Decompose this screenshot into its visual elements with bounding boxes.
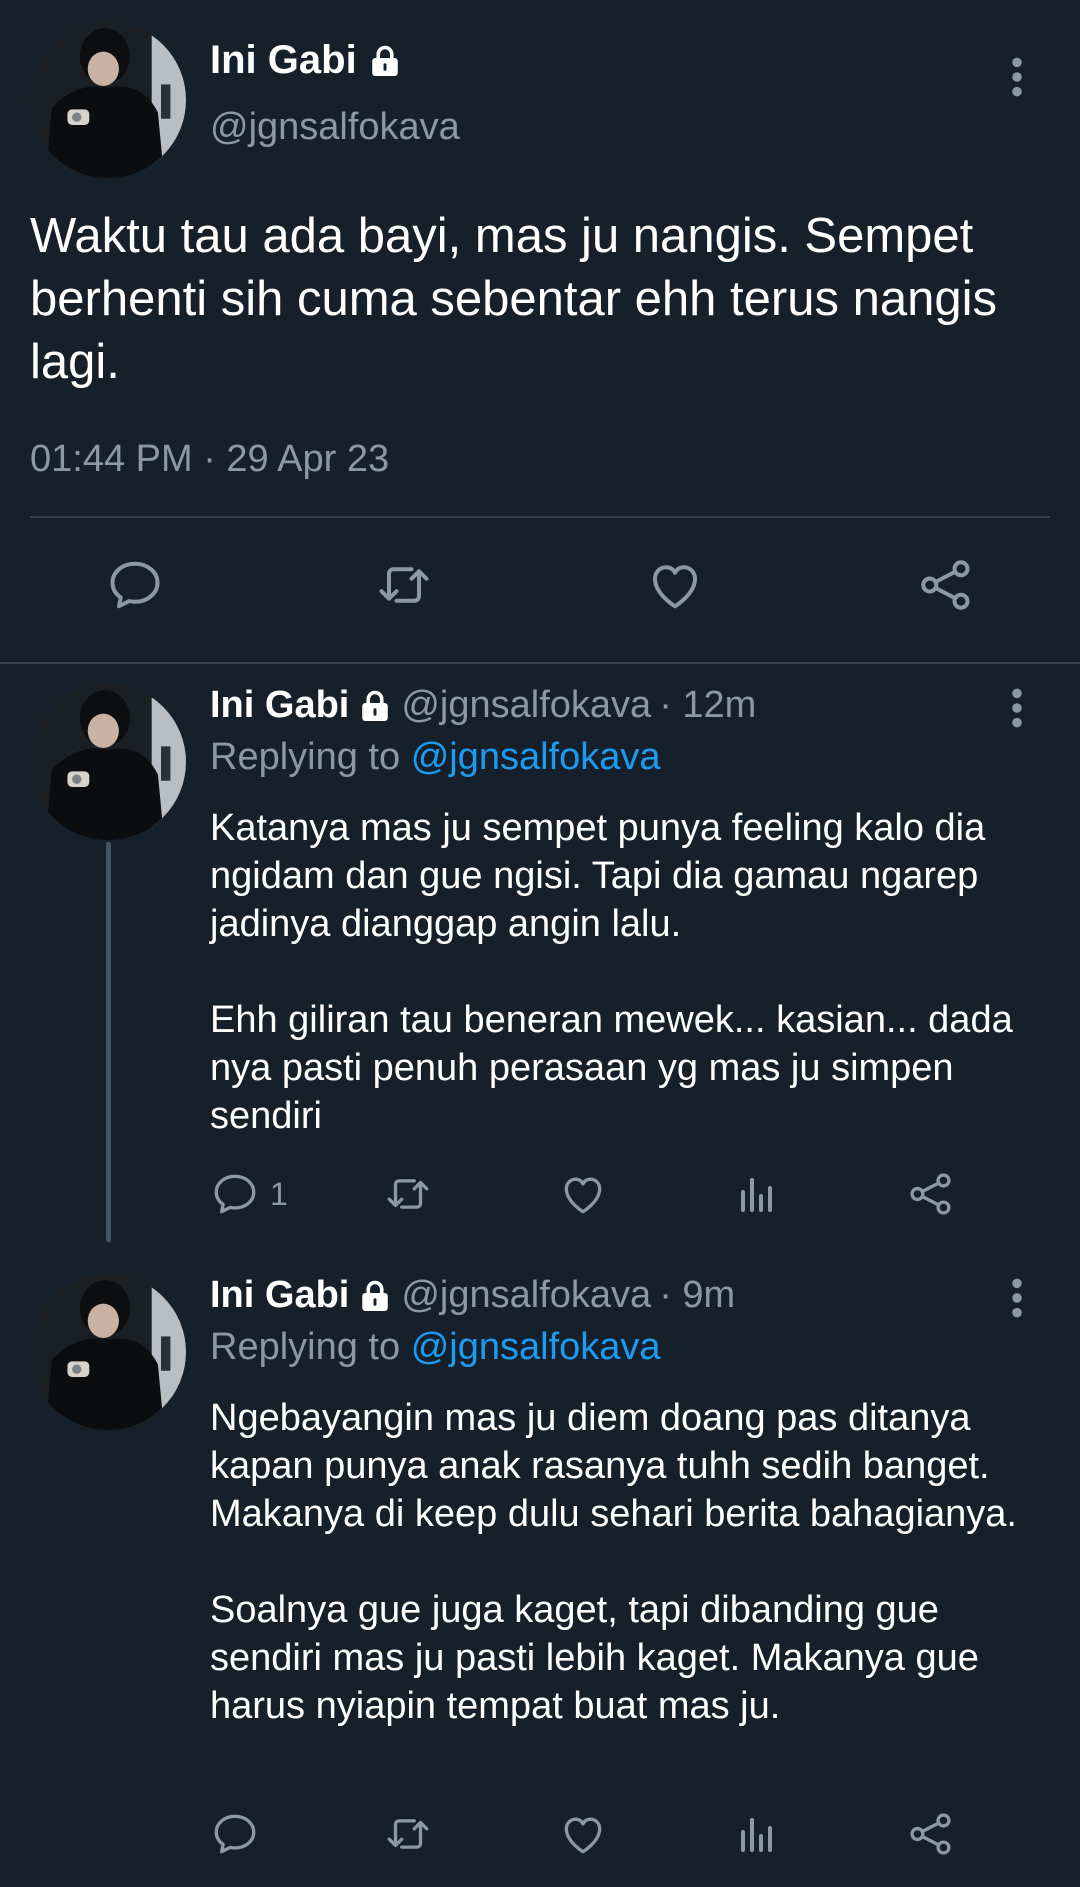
lock-icon	[357, 1278, 393, 1314]
tweet-actions	[0, 1809, 1080, 1865]
share-icon	[915, 555, 977, 615]
like-button[interactable]	[558, 1169, 608, 1219]
reply-tweet[interactable]: Ini Gabi @jgnsalfokava · 9m Replying to …	[0, 1252, 1080, 1887]
replying-to-link[interactable]: @jgnsalfokava	[411, 736, 661, 778]
lock-icon	[357, 688, 393, 724]
retweet-button[interactable]	[372, 555, 436, 615]
replying-to-label: Replying to	[210, 1326, 401, 1368]
avatar-photo	[30, 22, 186, 178]
avatar[interactable]	[30, 684, 186, 840]
retweet-icon	[382, 1809, 434, 1859]
share-button[interactable]	[915, 555, 977, 615]
user-handle[interactable]: @jgnsalfokava	[210, 106, 460, 149]
analytics-button[interactable]	[733, 1169, 781, 1219]
like-icon	[645, 555, 705, 615]
retweet-button[interactable]	[382, 1809, 434, 1859]
reply-button[interactable]: 1	[210, 1169, 288, 1219]
analytics-icon	[733, 1809, 781, 1859]
tweet-age[interactable]: · 9m	[659, 1274, 735, 1317]
replying-to: Replying to @jgnsalfokava	[210, 1326, 661, 1369]
reply-header: Ini Gabi @jgnsalfokava · 9m	[210, 1274, 735, 1317]
replying-to-label: Replying to	[210, 736, 401, 778]
reply-button[interactable]	[105, 555, 165, 615]
replying-to: Replying to @jgnsalfokava	[210, 736, 661, 779]
share-icon	[906, 1809, 956, 1859]
retweet-button[interactable]	[382, 1169, 434, 1219]
tweet-age[interactable]: · 12m	[659, 684, 756, 727]
tweet-text: Ngebayangin mas ju diem doang pas ditany…	[210, 1397, 1017, 1727]
retweet-icon	[372, 555, 436, 615]
like-button[interactable]	[645, 555, 705, 615]
reply-icon	[210, 1169, 260, 1219]
like-icon	[558, 1809, 608, 1859]
like-icon	[558, 1169, 608, 1219]
display-name-text: Ini Gabi	[210, 684, 350, 726]
share-icon	[906, 1169, 956, 1219]
display-name-text: Ini Gabi	[210, 38, 357, 82]
display-name[interactable]: Ini Gabi	[210, 1274, 393, 1317]
display-name[interactable]: Ini Gabi	[210, 38, 403, 83]
share-button[interactable]	[906, 1169, 956, 1219]
replying-to-link[interactable]: @jgnsalfokava	[411, 1326, 661, 1368]
reply-icon	[105, 555, 165, 615]
retweet-icon	[382, 1169, 434, 1219]
more-options-icon[interactable]	[1007, 55, 1027, 99]
display-name-text: Ini Gabi	[210, 1274, 350, 1316]
user-handle[interactable]: @jgnsalfokava	[401, 1274, 651, 1317]
user-handle[interactable]: @jgnsalfokava	[401, 684, 651, 727]
like-button[interactable]	[558, 1809, 608, 1859]
reply-tweet[interactable]: Ini Gabi @jgnsalfokava · 12m Replying to…	[0, 662, 1080, 1252]
avatar[interactable]	[30, 1274, 186, 1430]
tweet-text: Katanya mas ju sempet punya feeling kalo…	[210, 807, 1013, 1137]
divider	[30, 516, 1050, 518]
avatar-photo	[30, 684, 186, 840]
lock-icon	[367, 43, 403, 79]
reply-button[interactable]	[210, 1809, 270, 1859]
main-tweet: Ini Gabi @jgnsalfokava Waktu tau ada bay…	[0, 0, 1080, 662]
share-button[interactable]	[906, 1809, 956, 1859]
avatar-photo	[30, 1274, 186, 1430]
avatar[interactable]	[30, 22, 186, 178]
tweet-timestamp[interactable]: 01:44 PM · 29 Apr 23	[30, 438, 389, 481]
more-options-icon[interactable]	[1007, 686, 1027, 730]
more-options-icon[interactable]	[1007, 1276, 1027, 1320]
display-name[interactable]: Ini Gabi	[210, 684, 393, 727]
tweet-text: Waktu tau ada bayi, mas ju nangis. Sempe…	[30, 209, 997, 389]
reply-count: 1	[270, 1175, 288, 1212]
reply-header: Ini Gabi @jgnsalfokava · 12m	[210, 684, 756, 727]
analytics-button[interactable]	[733, 1809, 781, 1859]
tweet-actions	[0, 555, 1080, 625]
reply-icon	[210, 1809, 260, 1859]
tweet-actions: 1	[0, 1169, 1080, 1225]
analytics-icon	[733, 1169, 781, 1219]
